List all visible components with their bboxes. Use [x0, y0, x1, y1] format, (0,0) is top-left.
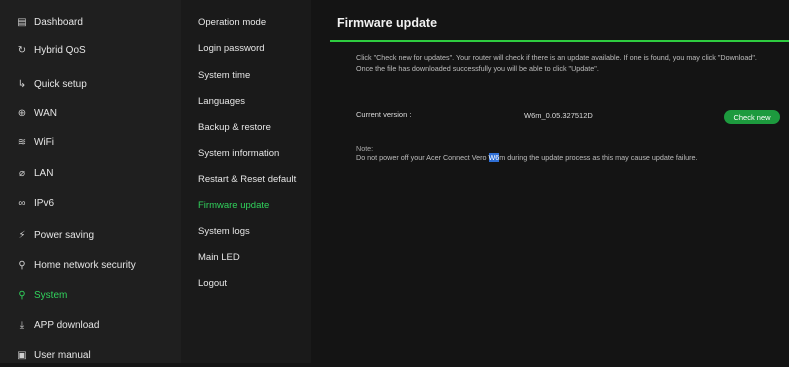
note-label: Note:	[356, 144, 374, 153]
sidebar-nav: ▤ Dashboard ↻ Hybrid QoS ↳ Quick setup ⊕…	[0, 0, 181, 363]
current-version-label: Current version :	[356, 110, 412, 119]
submenu-system-information[interactable]: System information	[198, 148, 279, 162]
main-content: Firmware update Click "Check new for upd…	[311, 0, 789, 363]
submenu-logout[interactable]: Logout	[198, 278, 227, 292]
note-text: Do not power off your Acer Connect Vero …	[356, 153, 697, 162]
sidebar-item-label: IPv6	[34, 197, 55, 209]
submenu-system-time[interactable]: System time	[198, 70, 250, 84]
sidebar-item-user-manual[interactable]: ▣ User manual	[0, 343, 181, 367]
sidebar-item-label: User manual	[34, 349, 91, 361]
sidebar-item-hybrid-qos[interactable]: ↻ Hybrid QoS	[0, 38, 181, 62]
sidebar-item-label: Power saving	[34, 229, 95, 241]
submenu-languages[interactable]: Languages	[198, 96, 245, 110]
submenu-operation-mode[interactable]: Operation mode	[198, 17, 266, 31]
sidebar-item-label: WiFi	[34, 136, 54, 148]
note-text-after: m during the update process as this may …	[499, 153, 698, 162]
globe-icon: ⊕	[17, 107, 27, 119]
page-title: Firmware update	[337, 16, 438, 30]
title-divider	[330, 40, 789, 42]
submenu-system-logs[interactable]: System logs	[198, 226, 250, 240]
sidebar-item-lan[interactable]: ⌀ LAN	[0, 161, 181, 185]
manual-icon: ▣	[17, 349, 27, 361]
submenu-firmware-update[interactable]: Firmware update	[198, 200, 269, 214]
sidebar-item-label: Home network security	[34, 259, 136, 271]
sidebar-item-label: LAN	[34, 167, 54, 179]
submenu-main-led[interactable]: Main LED	[198, 252, 240, 266]
security-icon: ⚲	[18, 259, 26, 271]
instructions-text: Click "Check new for updates". Your rout…	[356, 53, 757, 73]
sidebar-item-dashboard[interactable]: ▤ Dashboard	[0, 10, 181, 34]
lan-icon: ⌀	[18, 167, 26, 179]
ipv6-icon: ∞	[18, 197, 26, 209]
system-icon: ⚲	[18, 289, 26, 301]
wifi-icon: ≋	[17, 136, 27, 148]
current-version-value: W6m_0.05.327512D	[524, 111, 593, 120]
download-icon: ⤓	[19, 319, 25, 331]
submenu-login-password[interactable]: Login password	[198, 43, 265, 57]
sidebar-item-system[interactable]: ⚲ System	[0, 283, 181, 307]
sidebar-item-wan[interactable]: ⊕ WAN	[0, 101, 181, 125]
quick-setup-icon: ↳	[17, 78, 27, 90]
sidebar-item-label: APP download	[34, 319, 100, 331]
sidebar-item-label: WAN	[34, 107, 57, 119]
sidebar-item-ipv6[interactable]: ∞ IPv6	[0, 191, 181, 215]
dashboard-icon: ▤	[17, 16, 27, 28]
sidebar-item-quick-setup[interactable]: ↳ Quick setup	[0, 72, 181, 96]
app-frame: ▤ Dashboard ↻ Hybrid QoS ↳ Quick setup ⊕…	[0, 0, 789, 363]
submenu-backup-restore[interactable]: Backup & restore	[198, 122, 271, 136]
system-submenu: Operation mode Login password System tim…	[181, 0, 311, 363]
sidebar-item-power-saving[interactable]: ⚡ Power saving	[0, 223, 181, 247]
submenu-restart-reset[interactable]: Restart & Reset default	[198, 174, 296, 188]
sidebar-item-home-network-security[interactable]: ⚲ Home network security	[0, 253, 181, 277]
selected-text: W6	[488, 153, 500, 162]
sidebar-item-label: Dashboard	[34, 16, 83, 28]
check-new-button[interactable]: Check new	[724, 110, 780, 124]
note-text-before: Do not power off your Acer Connect Vero	[356, 153, 489, 162]
sidebar-item-label: Hybrid QoS	[34, 44, 86, 56]
hybrid-qos-icon: ↻	[17, 44, 27, 56]
sidebar-item-label: System	[34, 289, 68, 301]
sidebar-item-app-download[interactable]: ⤓ APP download	[0, 313, 181, 337]
lightning-icon: ⚡	[18, 229, 26, 241]
sidebar-item-wifi[interactable]: ≋ WiFi	[0, 130, 181, 154]
sidebar-item-label: Quick setup	[34, 78, 87, 90]
